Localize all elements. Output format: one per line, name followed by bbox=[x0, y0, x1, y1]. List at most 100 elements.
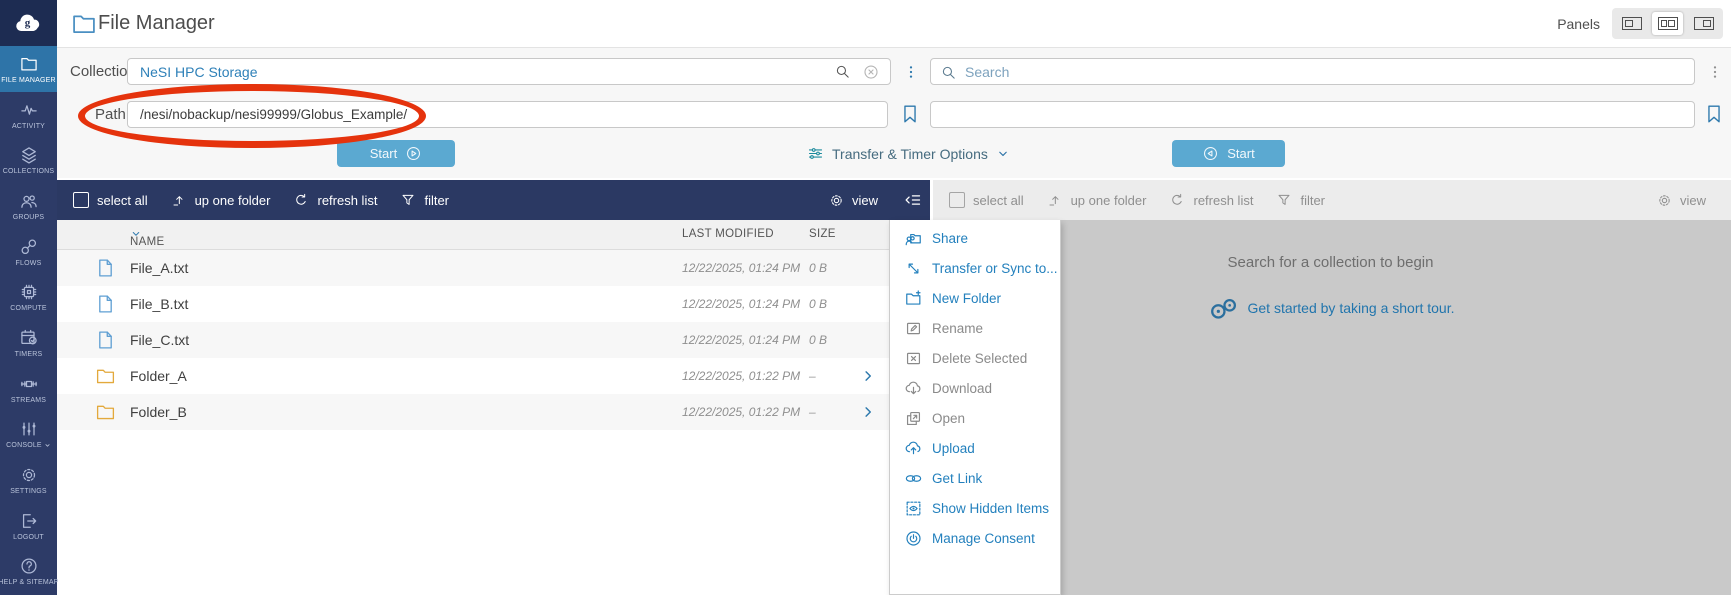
play-left-icon bbox=[1202, 145, 1219, 162]
collapse-menu-icon[interactable] bbox=[902, 190, 922, 210]
collection-menu-dots[interactable] bbox=[903, 58, 919, 85]
sidebar-item-timers[interactable]: TIMERS bbox=[0, 320, 57, 366]
right-bookmark-icon[interactable] bbox=[1703, 102, 1725, 126]
folder-icon bbox=[95, 365, 116, 387]
path-input[interactable] bbox=[128, 102, 887, 127]
sidebar-item-streams[interactable]: STREAMS bbox=[0, 366, 57, 412]
collection-label: Collection bbox=[70, 63, 136, 80]
filter-icon[interactable] bbox=[400, 192, 416, 208]
detail-panel-button[interactable] bbox=[1688, 12, 1719, 35]
select-all-button[interactable]: select all bbox=[97, 193, 148, 208]
menu-item-rename[interactable]: Rename bbox=[890, 313, 1060, 343]
sidebar-item-console[interactable]: CONSOLE bbox=[0, 412, 57, 458]
select-all-button[interactable]: select all bbox=[973, 193, 1024, 208]
file-actions-menu: Share Transfer or Sync to... New Folder … bbox=[889, 220, 1061, 595]
select-all-checkbox[interactable] bbox=[73, 192, 89, 208]
folder-row[interactable]: Folder_A 12/22/2025, 01:22 PM – bbox=[57, 358, 894, 394]
help-icon bbox=[19, 556, 39, 576]
file-row[interactable]: File_A.txt 12/22/2025, 01:24 PM 0 B bbox=[57, 250, 894, 286]
menu-item-share[interactable]: Share bbox=[890, 223, 1060, 253]
file-row[interactable]: File_B.txt 12/22/2025, 01:24 PM 0 B bbox=[57, 286, 894, 322]
dual-panel-button[interactable] bbox=[1652, 12, 1683, 35]
view-button[interactable]: view bbox=[1656, 192, 1706, 209]
right-collection-menu-dots[interactable] bbox=[1707, 58, 1723, 85]
delete-icon bbox=[904, 349, 923, 368]
sidebar-item-file-manager[interactable]: FILE MANAGER bbox=[0, 46, 57, 92]
menu-item-delete-selected[interactable]: Delete Selected bbox=[890, 343, 1060, 373]
menu-item-get-link[interactable]: Get Link bbox=[890, 463, 1060, 493]
transfer-timer-options[interactable]: Transfer & Timer Options bbox=[807, 140, 1010, 167]
folder-row[interactable]: Folder_B 12/22/2025, 01:22 PM – bbox=[57, 394, 894, 430]
start-transfer-right-button[interactable]: Start bbox=[1172, 140, 1285, 167]
sidebar-item-help-sitemap[interactable]: HELP & SITEMAP bbox=[0, 549, 57, 595]
bookmark-icon[interactable] bbox=[899, 102, 921, 126]
up-one-folder-button[interactable]: up one folder bbox=[1071, 193, 1147, 208]
sidebar-item-groups[interactable]: GROUPS bbox=[0, 183, 57, 229]
view-button[interactable]: view bbox=[828, 192, 878, 209]
search-icon[interactable] bbox=[834, 63, 851, 80]
up-one-folder-icon[interactable] bbox=[1047, 192, 1063, 208]
panels-switcher: Panels bbox=[1557, 8, 1723, 39]
refresh-icon[interactable] bbox=[1169, 192, 1185, 208]
filter-button[interactable]: filter bbox=[1300, 193, 1325, 208]
menu-item-show-hidden-items[interactable]: Show Hidden Items bbox=[890, 493, 1060, 523]
page-title: File Manager bbox=[98, 12, 215, 35]
left-panel-toolbar: select all up one folder refresh list fi… bbox=[57, 180, 930, 220]
single-panel-button[interactable] bbox=[1616, 12, 1647, 35]
new-folder-icon bbox=[904, 289, 923, 308]
clear-collection-icon[interactable] bbox=[862, 63, 880, 81]
sidebar-item-flows[interactable]: FLOWS bbox=[0, 229, 57, 275]
open-folder-chevron[interactable] bbox=[859, 367, 877, 385]
chevron-down-icon bbox=[44, 442, 51, 449]
start-transfer-left-button[interactable]: Start bbox=[337, 140, 455, 167]
gear-icon bbox=[1656, 192, 1673, 209]
path-label: Path bbox=[95, 106, 126, 123]
refresh-list-button[interactable]: refresh list bbox=[317, 193, 377, 208]
groups-icon bbox=[19, 191, 39, 211]
menu-item-new-folder[interactable]: New Folder bbox=[890, 283, 1060, 313]
file-icon bbox=[95, 257, 116, 279]
menu-item-download[interactable]: Download bbox=[890, 373, 1060, 403]
column-last-modified[interactable]: LAST MODIFIED bbox=[682, 228, 774, 240]
share-icon bbox=[904, 229, 923, 248]
collection-search-input[interactable] bbox=[931, 59, 1694, 84]
folder-icon bbox=[95, 401, 116, 423]
sidebar-item-collections[interactable]: COLLECTIONS bbox=[0, 137, 57, 183]
column-name[interactable]: NAME bbox=[130, 228, 142, 240]
file-list-panel: NAME LAST MODIFIED SIZE File_A.txt 12/22… bbox=[57, 220, 894, 595]
consent-icon bbox=[904, 529, 923, 548]
open-folder-chevron[interactable] bbox=[859, 403, 877, 421]
refresh-list-button[interactable]: refresh list bbox=[1193, 193, 1253, 208]
collection-input[interactable] bbox=[128, 59, 890, 84]
menu-item-transfer-or-sync[interactable]: Transfer or Sync to... bbox=[890, 253, 1060, 283]
up-one-folder-icon[interactable] bbox=[171, 192, 187, 208]
refresh-icon[interactable] bbox=[293, 192, 309, 208]
up-one-folder-button[interactable]: up one folder bbox=[195, 193, 271, 208]
menu-item-upload[interactable]: Upload bbox=[890, 433, 1060, 463]
menu-item-manage-consent[interactable]: Manage Consent bbox=[890, 523, 1060, 553]
sidebar-item-compute[interactable]: COMPUTE bbox=[0, 274, 57, 320]
sidebar-item-activity[interactable]: ACTIVITY bbox=[0, 92, 57, 138]
file-row[interactable]: File_C.txt 12/22/2025, 01:24 PM 0 B bbox=[57, 322, 894, 358]
compute-icon bbox=[19, 282, 39, 302]
globus-logo[interactable] bbox=[0, 0, 57, 46]
sidebar: FILE MANAGER ACTIVITY COLLECTIONS GROUPS… bbox=[0, 0, 57, 595]
detail-panel-icon bbox=[1694, 17, 1714, 30]
menu-item-open[interactable]: Open bbox=[890, 403, 1060, 433]
right-panel-toolbar: select all up one folder refresh list fi… bbox=[933, 180, 1731, 220]
right-path-input-wrap bbox=[930, 101, 1695, 128]
activity-icon bbox=[19, 100, 39, 120]
chevron-down-icon bbox=[996, 147, 1010, 161]
filter-icon[interactable] bbox=[1276, 192, 1292, 208]
options-sliders-icon bbox=[807, 145, 824, 162]
logout-icon bbox=[19, 511, 39, 531]
column-size[interactable]: SIZE bbox=[809, 228, 836, 240]
filter-button[interactable]: filter bbox=[424, 193, 449, 208]
sidebar-item-settings[interactable]: SETTINGS bbox=[0, 457, 57, 503]
cloud-upload-icon bbox=[904, 439, 923, 458]
select-all-checkbox[interactable] bbox=[949, 192, 965, 208]
console-icon bbox=[19, 419, 39, 439]
right-path-input[interactable] bbox=[931, 102, 1694, 127]
sidebar-item-logout[interactable]: LOGOUT bbox=[0, 503, 57, 549]
collection-path-section: Collection Path Start bbox=[57, 48, 1731, 178]
